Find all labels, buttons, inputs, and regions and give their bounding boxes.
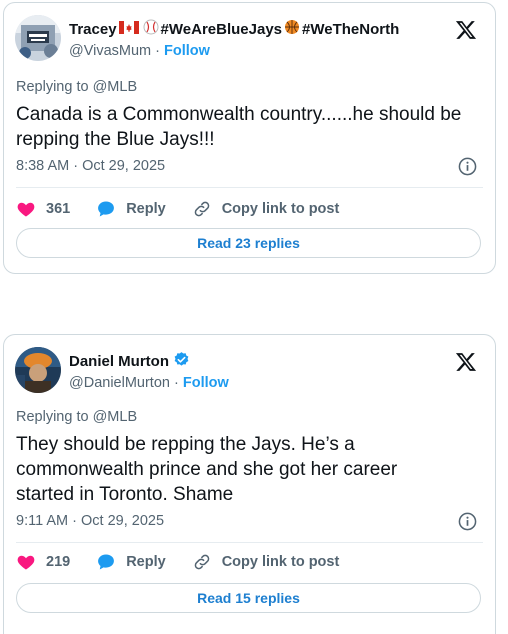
- verified-badge-icon: [173, 351, 190, 372]
- divider: [16, 187, 483, 188]
- author-name-row[interactable]: Tracey #WeAreBlueJays #WeTheNorth: [69, 19, 399, 39]
- replying-to: Replying to @MLB: [16, 409, 137, 425]
- avatar[interactable]: [15, 15, 61, 61]
- link-icon: [194, 201, 209, 217]
- read-replies-button[interactable]: Read 23 replies: [16, 228, 481, 258]
- reply-bubble-icon: [98, 554, 115, 570]
- handle-row: @VivasMum · Follow: [69, 43, 210, 59]
- separator: ·: [174, 375, 183, 391]
- handle[interactable]: @DanielMurton: [69, 375, 170, 391]
- info-icon[interactable]: [458, 512, 477, 531]
- follow-button[interactable]: Follow: [164, 43, 210, 59]
- copy-link-button[interactable]: Copy link to post: [192, 199, 340, 219]
- like-button[interactable]: 219: [16, 552, 70, 572]
- reply-button[interactable]: Reply: [96, 199, 166, 219]
- like-count: 219: [46, 554, 71, 570]
- follow-button[interactable]: Follow: [183, 375, 229, 391]
- heart-icon: [17, 555, 35, 570]
- name-tag[interactable]: #WeAreBlueJays: [161, 21, 282, 38]
- tweet-card[interactable]: Daniel Murton @DanielMurton · Follow Rep…: [3, 334, 496, 634]
- replying-to: Replying to @MLB: [16, 79, 137, 95]
- handle-row: @DanielMurton · Follow: [69, 375, 229, 391]
- reply-bubble-icon: [98, 201, 115, 217]
- replying-to-handle[interactable]: @MLB: [93, 409, 138, 425]
- display-name[interactable]: Daniel Murton: [69, 353, 169, 370]
- canada-flag-icon: [118, 20, 139, 38]
- reply-button[interactable]: Reply: [96, 552, 166, 572]
- timestamp[interactable]: 9:11 AM · Oct 29, 2025: [16, 513, 164, 529]
- reply-label: Reply: [126, 554, 166, 570]
- link-icon: [194, 554, 209, 570]
- avatar[interactable]: [15, 347, 61, 393]
- x-logo-icon[interactable]: [455, 351, 477, 373]
- display-name[interactable]: Tracey: [69, 21, 117, 38]
- read-replies-button[interactable]: Read 15 replies: [16, 583, 481, 613]
- like-button[interactable]: 361: [16, 199, 70, 219]
- reply-label: Reply: [126, 201, 166, 217]
- action-bar: 361 Reply Copy link to post: [16, 199, 365, 219]
- x-logo-icon[interactable]: [455, 19, 477, 41]
- copy-link-label: Copy link to post: [221, 554, 340, 570]
- replying-to-handle[interactable]: @MLB: [93, 79, 138, 95]
- like-count: 361: [46, 201, 71, 217]
- info-icon[interactable]: [458, 157, 477, 176]
- tweet-card[interactable]: Tracey #WeAreBlueJays #WeTheNorth @Vivas…: [3, 2, 496, 274]
- divider: [16, 542, 483, 543]
- replying-prefix: Replying to: [16, 409, 93, 425]
- copy-link-button[interactable]: Copy link to post: [192, 552, 340, 572]
- timestamp[interactable]: 8:38 AM · Oct 29, 2025: [16, 158, 165, 174]
- separator: ·: [155, 43, 165, 59]
- author-name-row[interactable]: Daniel Murton: [69, 351, 192, 372]
- action-bar: 219 Reply Copy link to post: [16, 552, 365, 572]
- name-tag[interactable]: #WeTheNorth: [302, 21, 399, 38]
- replying-prefix: Replying to: [16, 79, 93, 95]
- tweet-text: They should be repping the Jays. He’s a …: [16, 434, 398, 505]
- tweet-text: Canada is a Commonwealth country......he…: [16, 104, 462, 150]
- baseball-icon: [143, 19, 159, 39]
- heart-icon: [17, 202, 35, 217]
- basketball-icon: [284, 19, 300, 39]
- handle[interactable]: @VivasMum: [69, 43, 151, 59]
- copy-link-label: Copy link to post: [221, 201, 340, 217]
